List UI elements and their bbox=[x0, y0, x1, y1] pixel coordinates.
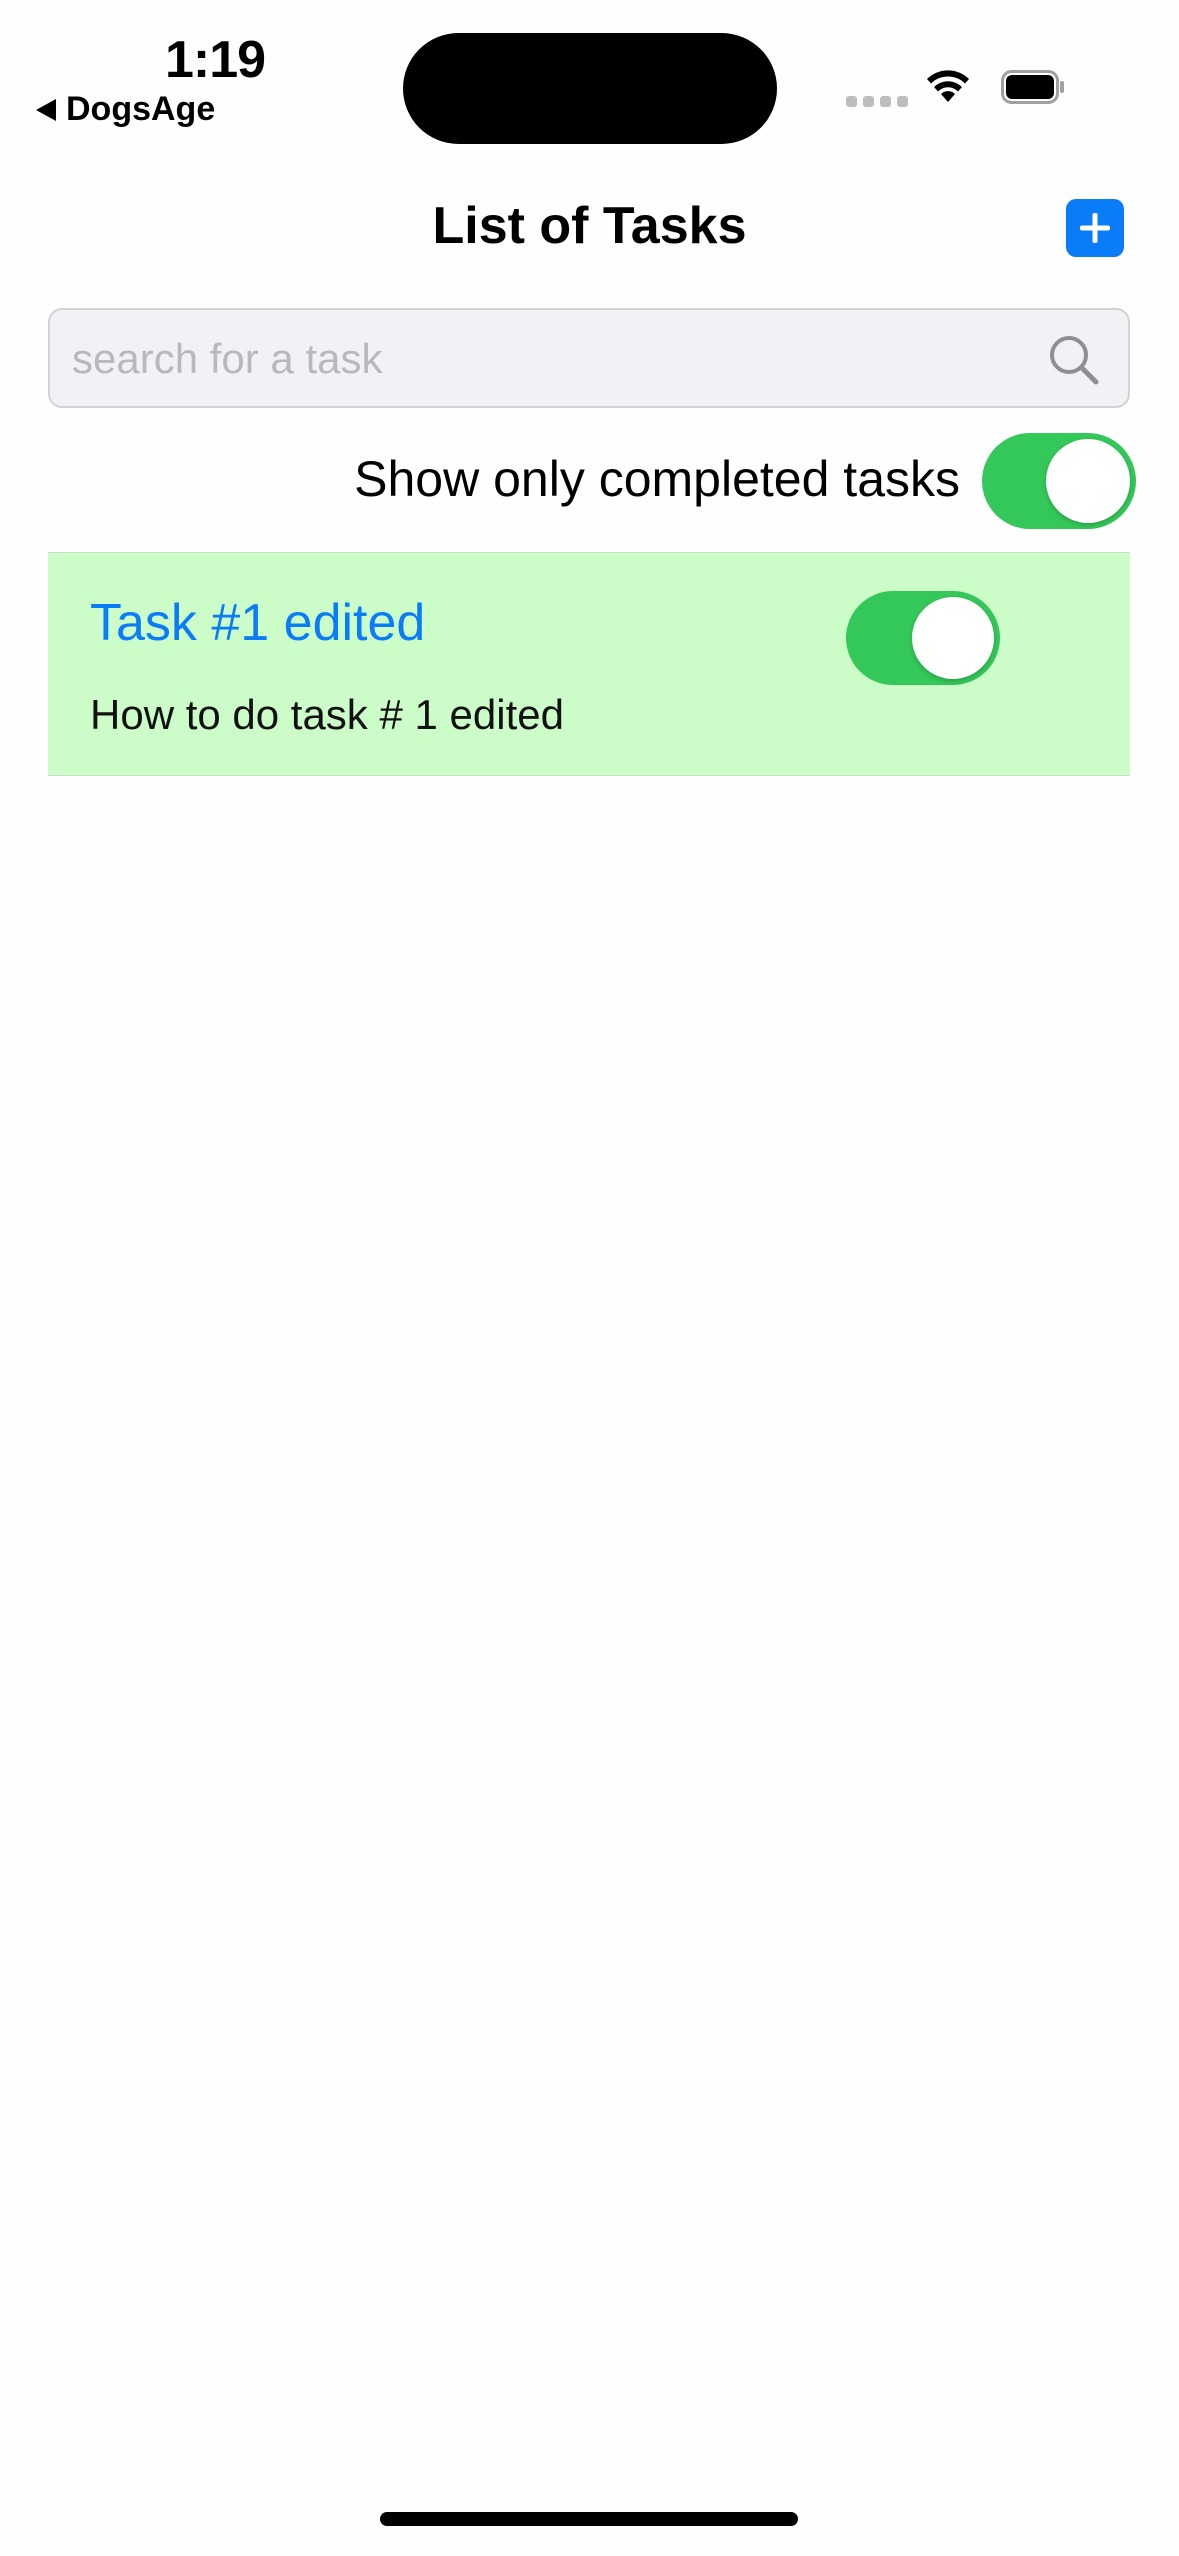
toggle-knob bbox=[912, 597, 994, 679]
page-title: List of Tasks bbox=[432, 197, 747, 255]
back-triangle-icon bbox=[36, 98, 56, 121]
dynamic-island bbox=[403, 33, 777, 144]
battery-icon bbox=[1001, 70, 1064, 104]
back-to-app-link[interactable]: DogsAge bbox=[36, 90, 215, 129]
wifi-icon bbox=[927, 70, 969, 102]
back-link-label: DogsAge bbox=[66, 90, 216, 128]
cellular-signal-icon bbox=[846, 96, 908, 107]
task-description: How to do task # 1 edited bbox=[90, 691, 564, 738]
magnifier-icon bbox=[1050, 336, 1099, 385]
status-time: 1:19 bbox=[165, 31, 266, 89]
search-input[interactable] bbox=[70, 310, 1024, 408]
home-indicator bbox=[380, 2512, 798, 2526]
show-completed-label: Show only completed tasks bbox=[354, 451, 960, 507]
search-bar bbox=[48, 308, 1130, 408]
task-row[interactable]: Task #1 edited How to do task # 1 edited bbox=[48, 552, 1130, 776]
show-completed-toggle[interactable] bbox=[982, 433, 1136, 529]
task-completed-toggle[interactable] bbox=[846, 591, 1000, 685]
plus-icon bbox=[1080, 213, 1110, 243]
toggle-knob bbox=[1046, 439, 1130, 523]
task-title: Task #1 edited bbox=[90, 594, 426, 652]
screen: 1:19 DogsAge List of Tasks Show only com… bbox=[0, 0, 1179, 2556]
add-task-button[interactable] bbox=[1066, 199, 1124, 257]
